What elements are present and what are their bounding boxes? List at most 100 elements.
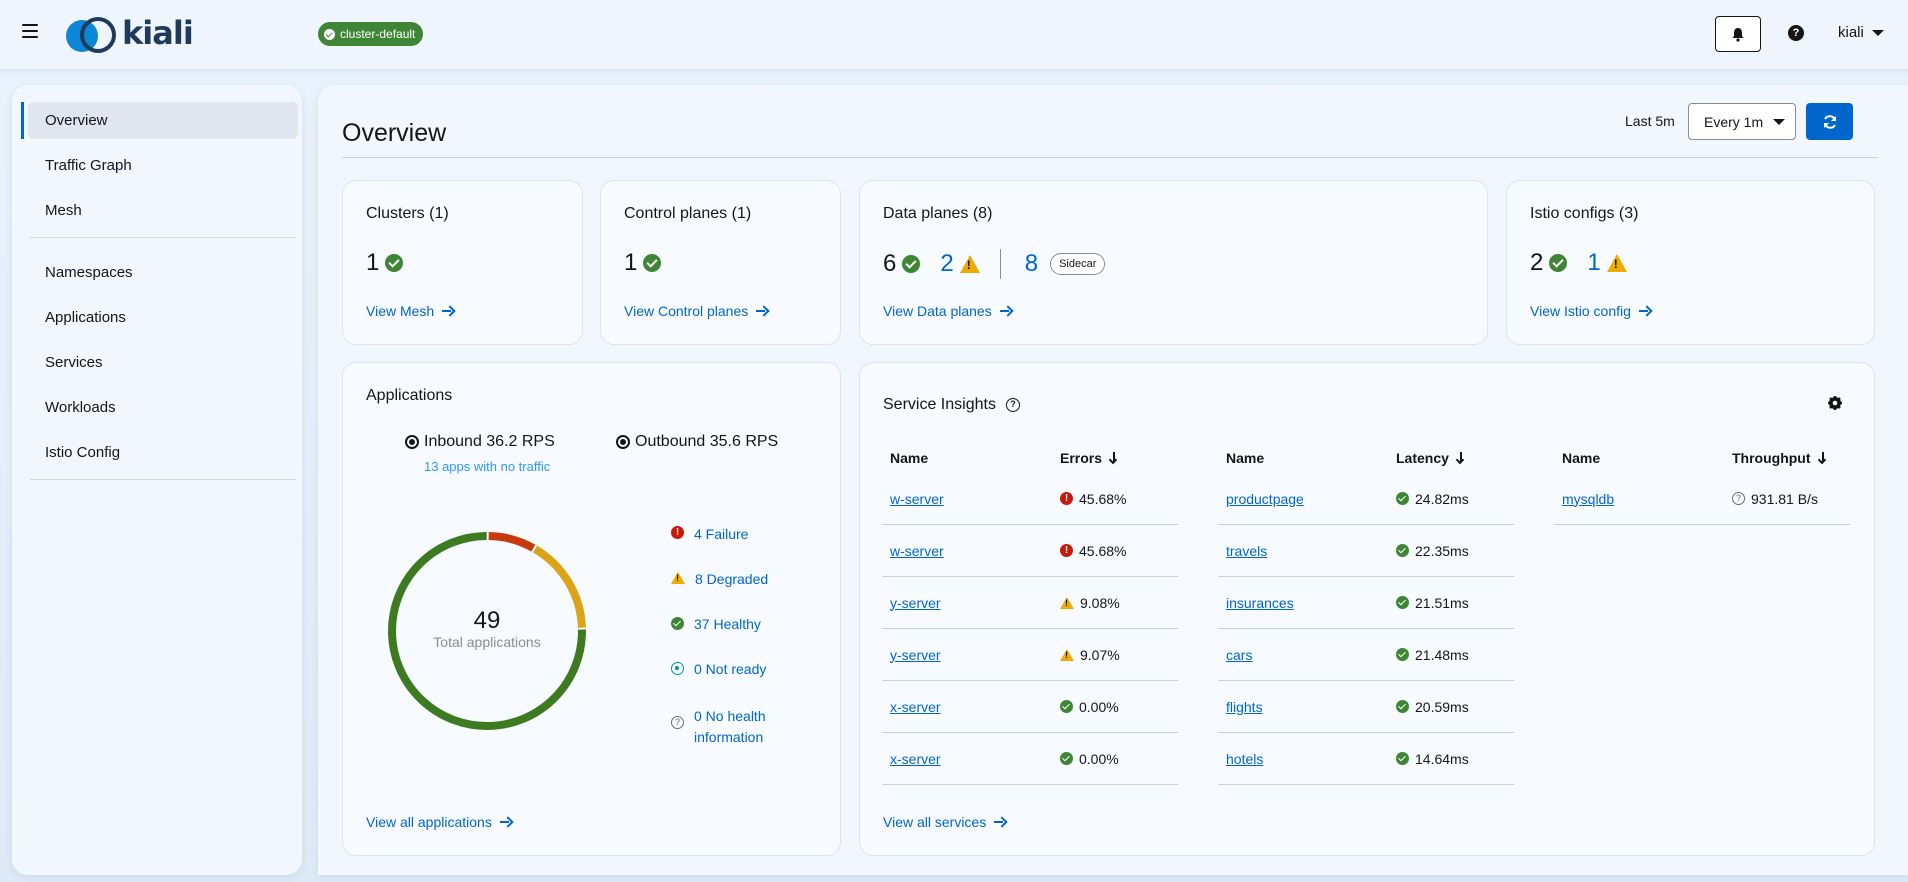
sidecar-count[interactable]: 8 [1025, 250, 1038, 278]
legend-failure[interactable]: ! 4 Failure [671, 526, 748, 542]
istio-configs-healthy-count: 2 [1530, 249, 1544, 276]
sidebar-item-services[interactable]: Services [28, 344, 298, 381]
metric-value: 24.82ms [1415, 490, 1469, 507]
data-planes-warning-count[interactable]: 2 [940, 250, 953, 278]
no-traffic-link[interactable]: 13 apps with no traffic [424, 459, 550, 474]
service-name-link[interactable]: y-server [890, 595, 941, 611]
service-name-link[interactable]: mysqldb [1562, 491, 1614, 507]
nav-divider [30, 479, 296, 480]
sidebar-item-applications[interactable]: Applications [28, 299, 298, 336]
service-name-link[interactable]: travels [1226, 543, 1267, 559]
question-circle-icon: ? [671, 716, 684, 729]
check-circle-icon [324, 28, 335, 40]
metric-cell: 21.48ms [1396, 647, 1469, 663]
metric-cell: 9.08% [1060, 595, 1120, 611]
view-data-planes-link[interactable]: View Data planes [883, 303, 1012, 319]
check-circle-icon [1396, 596, 1409, 609]
refresh-interval-select[interactable]: Every 1m [1688, 103, 1796, 140]
service-name-link[interactable]: cars [1226, 647, 1252, 663]
outbound-label: Outbound 35.6 RPS [635, 433, 779, 450]
column-header-name[interactable]: Name [1554, 450, 1732, 466]
refresh-button[interactable] [1806, 103, 1853, 140]
sidebar-item-workloads[interactable]: Workloads [28, 389, 298, 426]
metric-value: 0.00% [1079, 698, 1119, 715]
main-content: Overview Last 5m Every 1m Clusters (1) 1… [318, 85, 1908, 875]
donut-segment-degraded[interactable] [532, 545, 586, 628]
arrow-right-icon [994, 817, 1006, 827]
bell-icon [1732, 27, 1744, 42]
applications-card-title: Applications [366, 387, 453, 404]
legend-not-ready-label: 0 Not ready [694, 661, 767, 677]
errors-table-header: Name Errors [882, 443, 1178, 473]
column-header-name[interactable]: Name [882, 450, 1060, 466]
sidebar-item-traffic-graph[interactable]: Traffic Graph [28, 147, 298, 184]
service-name-link[interactable]: flights [1226, 699, 1263, 715]
service-name-link[interactable]: hotels [1226, 751, 1263, 767]
check-circle-icon [1396, 544, 1409, 557]
radio-icon [616, 435, 630, 449]
check-circle-icon [1396, 752, 1409, 765]
view-all-services-link[interactable]: View all services [883, 814, 1006, 830]
metric-cell: ! 45.68% [1060, 543, 1126, 559]
view-istio-config-link[interactable]: View Istio config [1530, 303, 1651, 319]
clusters-healthy-count: 1 [366, 249, 380, 276]
check-circle-icon [1396, 700, 1409, 713]
view-all-applications-link[interactable]: View all applications [366, 814, 512, 830]
service-name-link[interactable]: x-server [890, 751, 941, 767]
istio-configs-warning-count[interactable]: 1 [1587, 249, 1600, 277]
legend-degraded[interactable]: 8 Degraded [671, 571, 768, 587]
service-name-link[interactable]: insurances [1226, 595, 1294, 611]
notifications-button[interactable] [1715, 16, 1761, 52]
logo-mark [64, 16, 120, 54]
legend-not-ready[interactable]: 0 Not ready [671, 661, 766, 677]
service-name-link[interactable]: w-server [890, 543, 944, 559]
throughput-table-header: Name Throughput [1554, 443, 1850, 473]
help-icon[interactable]: ? [1788, 25, 1804, 41]
data-planes-status: 6 2 8 Sidecar [883, 249, 1106, 279]
exclamation-circle-icon: ! [1060, 544, 1073, 557]
service-name-link[interactable]: productpage [1226, 491, 1304, 507]
table-row: flights 20.59ms [1218, 681, 1514, 733]
metric-value: 21.51ms [1415, 594, 1469, 611]
service-name-link[interactable]: w-server [890, 491, 944, 507]
service-name-link[interactable]: x-server [890, 699, 941, 715]
column-header-latency[interactable]: Latency [1396, 450, 1465, 466]
clusters-card-title: Clusters (1) [366, 205, 449, 222]
latency-table: Name Latency productpage 24.82ms travels 22… [1218, 443, 1514, 785]
table-row: productpage 24.82ms [1218, 473, 1514, 525]
legend-no-health-line1: 0 No health [694, 708, 766, 724]
service-name-link[interactable]: y-server [890, 647, 941, 663]
view-mesh-label: View Mesh [366, 303, 435, 319]
sidebar-item-overview[interactable]: Overview [21, 102, 298, 139]
metric-cell: 14.64ms [1396, 751, 1469, 767]
column-header-throughput[interactable]: Throughput [1732, 450, 1827, 466]
help-circle-icon[interactable]: ? [1005, 398, 1020, 412]
sidebar-item-mesh[interactable]: Mesh [28, 192, 298, 229]
arrow-right-icon [756, 306, 768, 316]
view-istio-config-label: View Istio config [1530, 303, 1631, 319]
view-mesh-link[interactable]: View Mesh [366, 303, 454, 319]
kiali-logo[interactable]: kiali [64, 14, 194, 55]
legend-healthy[interactable]: 37 Healthy [671, 616, 761, 632]
column-header-name[interactable]: Name [1218, 450, 1396, 466]
inbound-toggle[interactable]: Inbound 36.2 RPS [405, 433, 555, 451]
view-control-planes-link[interactable]: View Control planes [624, 303, 768, 319]
legend-no-health[interactable]: ? 0 No health information [671, 706, 766, 748]
arrow-right-icon [1638, 306, 1651, 316]
metric-value: 9.08% [1080, 594, 1120, 611]
gear-icon[interactable] [1828, 396, 1842, 410]
sidebar-item-namespaces[interactable]: Namespaces [28, 254, 298, 291]
metric-value: 45.68% [1079, 490, 1127, 507]
caret-down-icon [1871, 29, 1884, 36]
control-planes-status: 1 [624, 249, 662, 277]
hamburger-menu-icon[interactable] [22, 24, 38, 38]
column-header-errors[interactable]: Errors [1060, 450, 1118, 466]
refresh-icon [1823, 114, 1836, 129]
table-row: w-server ! 45.68% [882, 525, 1178, 577]
outbound-toggle[interactable]: Outbound 35.6 RPS [616, 433, 778, 451]
sidebar-item-istio-config[interactable]: Istio Config [28, 434, 298, 471]
table-row: hotels 14.64ms [1218, 733, 1514, 785]
control-planes-healthy-count: 1 [624, 249, 638, 276]
donut-segment-failure[interactable] [488, 532, 536, 552]
user-menu[interactable]: kiali [1838, 24, 1884, 41]
